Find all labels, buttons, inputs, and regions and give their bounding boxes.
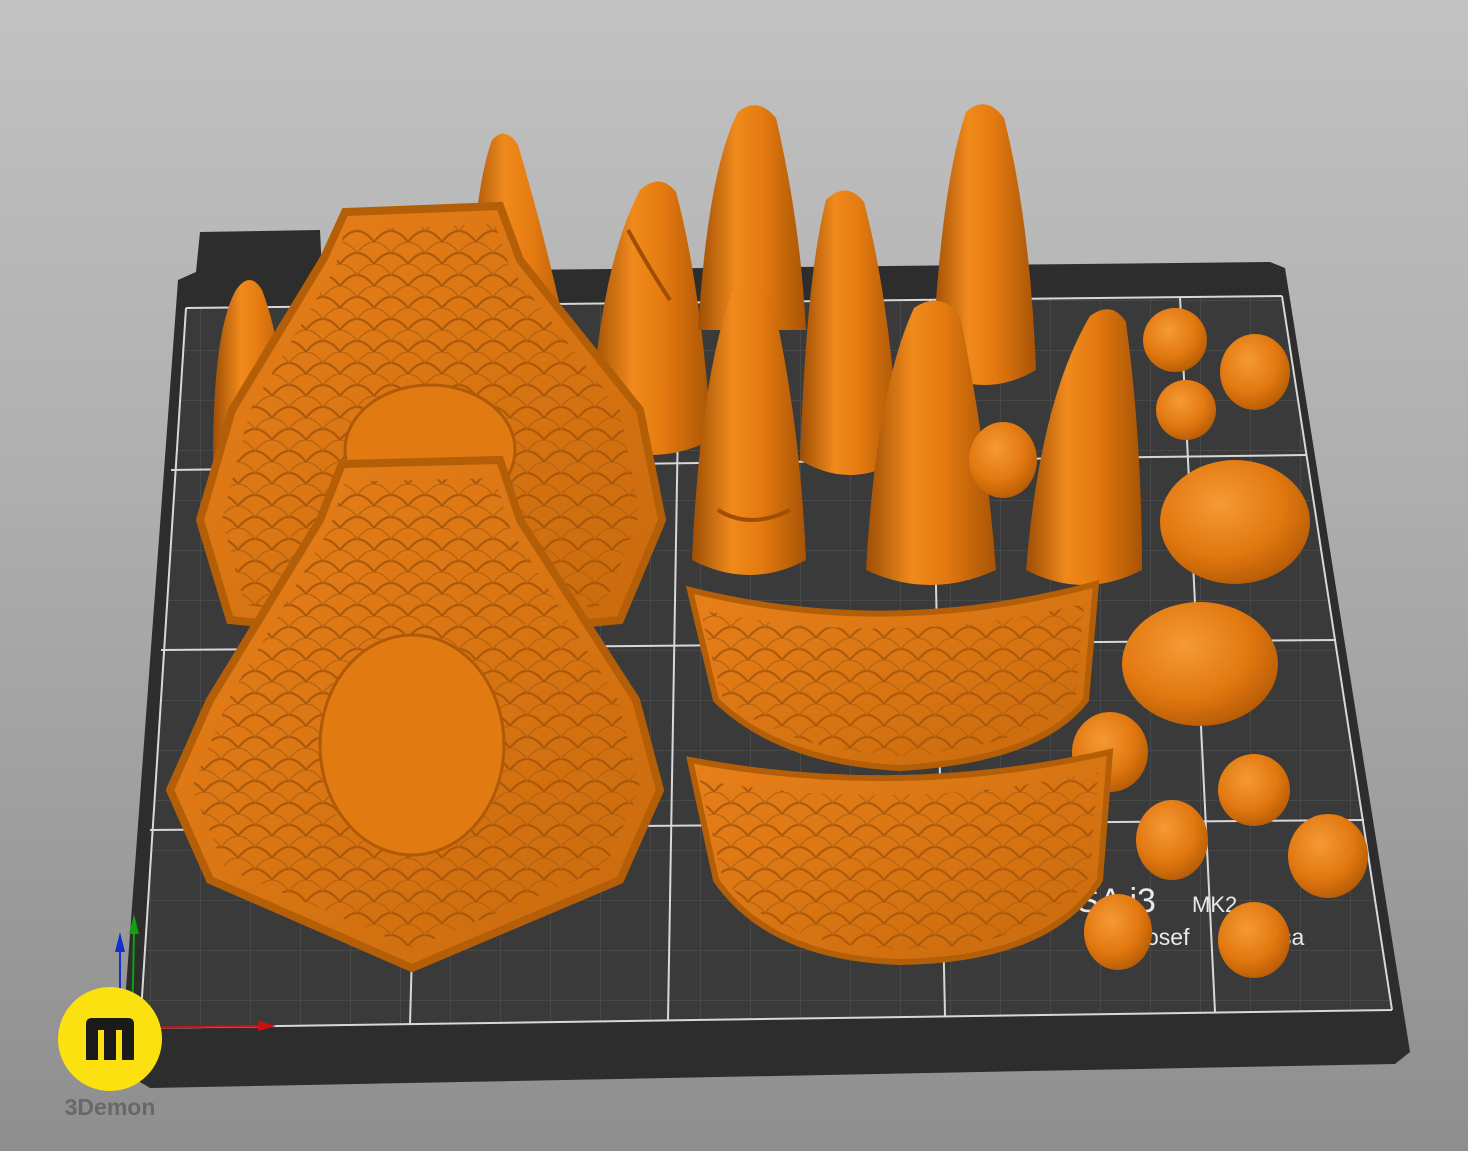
round-part[interactable] [1160, 460, 1310, 584]
brand-name: 3Demon [64, 1094, 156, 1120]
round-part[interactable] [1084, 894, 1152, 970]
3demon-logo-mark [86, 1018, 134, 1060]
round-part[interactable] [1143, 308, 1207, 372]
3d-viewport[interactable]: USA i3 MK2 osef sa [0, 0, 1468, 1151]
round-part[interactable] [969, 422, 1037, 498]
round-part[interactable] [1218, 902, 1290, 978]
round-part[interactable] [1122, 602, 1278, 726]
3demon-logo-icon [58, 987, 162, 1091]
round-part[interactable] [1136, 800, 1208, 880]
round-part[interactable] [1218, 754, 1290, 826]
round-part[interactable] [1220, 334, 1290, 410]
bed-maker-label: osef [1146, 924, 1190, 950]
round-part[interactable] [1288, 814, 1368, 898]
round-part[interactable] [1156, 380, 1216, 440]
